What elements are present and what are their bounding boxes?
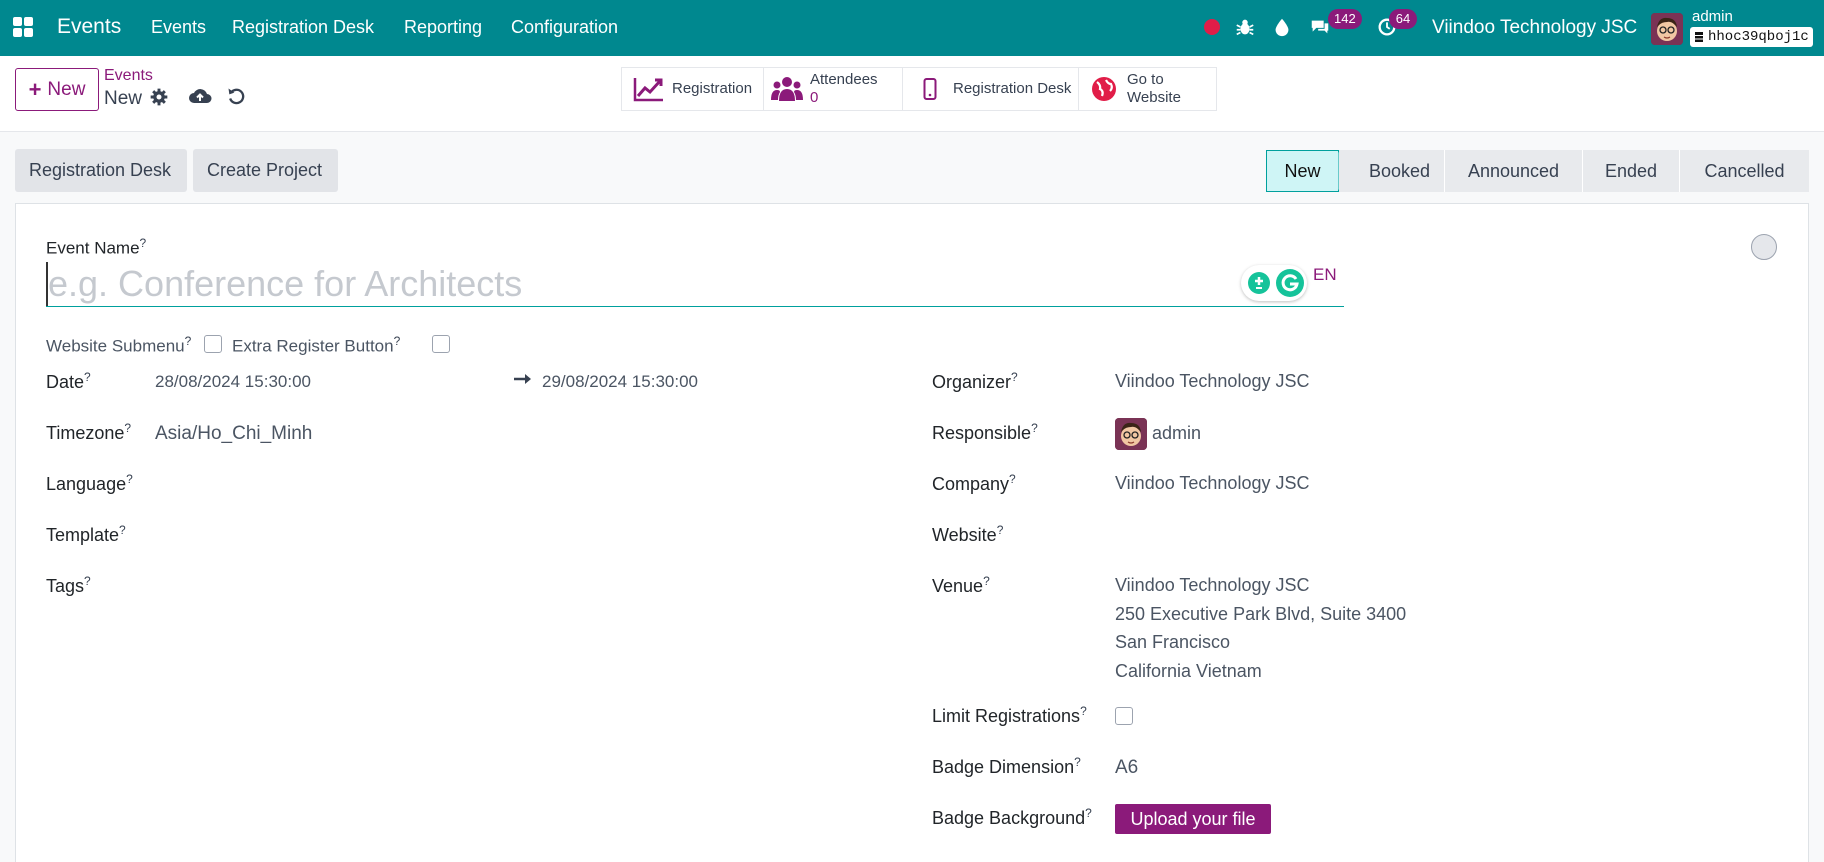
- event-name-field: [46, 262, 1344, 307]
- status-bar: New Booked Announced Ended Cancelled: [1266, 150, 1809, 192]
- date-end-field[interactable]: 29/08/2024 15:30:00: [542, 372, 698, 392]
- smart-buttons: Registration Attendees 0 Registration Des…: [621, 67, 1217, 111]
- discard-undo-icon[interactable]: [226, 86, 246, 106]
- registration-desk-button[interactable]: Registration Desk: [15, 149, 187, 192]
- menu-events[interactable]: Events: [151, 17, 206, 38]
- organizer-label: Organizer?: [932, 370, 1018, 392]
- website-submenu-checkbox[interactable]: [204, 335, 222, 353]
- database-name: hhoc39qboj1c: [1690, 27, 1813, 47]
- event-name-label: Event Name?: [46, 236, 147, 258]
- globe-website-icon: [1092, 77, 1116, 101]
- lightbulb-suggestion-icon[interactable]: [1247, 271, 1271, 295]
- responsible-label: Responsible?: [932, 421, 1038, 443]
- registration-smart-button[interactable]: Registration: [622, 68, 764, 110]
- extra-register-button-label: Extra Register Button?: [232, 334, 401, 356]
- user-avatar[interactable]: [1651, 13, 1683, 45]
- attendees-smart-button[interactable]: Attendees 0: [764, 68, 903, 110]
- responsible-field[interactable]: admin: [1152, 423, 1201, 444]
- debug-bug-icon[interactable]: [1234, 16, 1256, 38]
- date-label: Date?: [46, 370, 91, 392]
- venue-line-1[interactable]: Viindoo Technology JSC: [1115, 575, 1309, 596]
- top-navbar: Events Events Registration Desk Reportin…: [0, 0, 1824, 56]
- timezone-label: Timezone?: [46, 421, 132, 443]
- cloud-upload-save-icon[interactable]: [188, 85, 212, 107]
- date-begin-field[interactable]: 28/08/2024 15:30:00: [155, 372, 311, 392]
- recording-dot-icon[interactable]: [1204, 19, 1220, 35]
- responsible-avatar: [1115, 418, 1147, 450]
- users-group-icon: [771, 77, 803, 101]
- user-menu-name[interactable]: admin: [1692, 8, 1733, 25]
- stage-announced[interactable]: Announced: [1444, 150, 1582, 192]
- venue-line-4: California Vietnam: [1115, 661, 1262, 681]
- company-field[interactable]: Viindoo Technology JSC: [1115, 473, 1309, 494]
- extra-register-button-checkbox[interactable]: [432, 335, 450, 353]
- activities-badge: 64: [1389, 9, 1417, 29]
- event-name-input[interactable]: [46, 262, 1226, 306]
- language-translate-tag[interactable]: EN: [1313, 265, 1337, 285]
- breadcrumb-events[interactable]: Events: [104, 67, 153, 85]
- plus-icon: +: [28, 76, 42, 102]
- database-icon: [1695, 32, 1703, 42]
- organizer-field[interactable]: Viindoo Technology JSC: [1115, 371, 1309, 392]
- app-title[interactable]: Events: [57, 15, 121, 39]
- kanban-state-widget[interactable]: [1751, 234, 1777, 260]
- gear-icon[interactable]: [149, 87, 169, 107]
- website-submenu-label: Website Submenu?: [46, 334, 192, 356]
- go-to-website-smart-button[interactable]: Go to Website: [1079, 68, 1216, 110]
- website-label: Website?: [932, 523, 1004, 545]
- new-button[interactable]: + New: [15, 68, 99, 111]
- messages-badge: 142: [1328, 9, 1362, 29]
- stage-booked[interactable]: Booked: [1339, 150, 1444, 192]
- control-panel: + New Events New Registration Attendees 0…: [0, 56, 1824, 132]
- badge-dimension-field[interactable]: A6: [1115, 757, 1138, 779]
- limit-registrations-label: Limit Registrations?: [932, 704, 1087, 726]
- timezone-field[interactable]: Asia/Ho_Chi_Minh: [155, 423, 312, 445]
- limit-registrations-checkbox[interactable]: [1115, 707, 1133, 725]
- language-label: Language?: [46, 472, 133, 494]
- registration-desk-smart-button[interactable]: Registration Desk: [903, 68, 1079, 110]
- arrow-right-icon: [514, 374, 531, 384]
- upload-file-button[interactable]: Upload your file: [1115, 804, 1271, 834]
- company-label: Company?: [932, 472, 1016, 494]
- tags-label: Tags?: [46, 574, 91, 596]
- breadcrumb-current: New: [104, 88, 143, 109]
- badge-dimension-label: Badge Dimension?: [932, 755, 1081, 777]
- badge-background-label: Badge Background?: [932, 806, 1092, 828]
- grammarly-widget[interactable]: [1241, 265, 1307, 301]
- mobile-phone-icon: [923, 78, 937, 100]
- stage-ended[interactable]: Ended: [1582, 150, 1679, 192]
- venue-line-3: San Francisco: [1115, 632, 1231, 652]
- drop-icon[interactable]: [1271, 16, 1293, 38]
- stage-cancelled[interactable]: Cancelled: [1679, 150, 1809, 192]
- menu-registration-desk[interactable]: Registration Desk: [232, 17, 374, 38]
- grammarly-g-icon[interactable]: [1275, 268, 1305, 298]
- stage-new[interactable]: New: [1266, 150, 1339, 192]
- company-switcher[interactable]: Viindoo Technology JSC: [1432, 17, 1637, 39]
- venue-line-2: 250 Executive Park Blvd, Suite 3400: [1115, 604, 1407, 624]
- menu-configuration[interactable]: Configuration: [511, 17, 618, 38]
- template-label: Template?: [46, 523, 126, 545]
- create-project-button[interactable]: Create Project: [193, 149, 338, 192]
- menu-reporting[interactable]: Reporting: [404, 17, 482, 38]
- line-chart-icon: [633, 78, 663, 102]
- venue-label: Venue?: [932, 574, 990, 596]
- apps-menu-icon[interactable]: [13, 17, 33, 37]
